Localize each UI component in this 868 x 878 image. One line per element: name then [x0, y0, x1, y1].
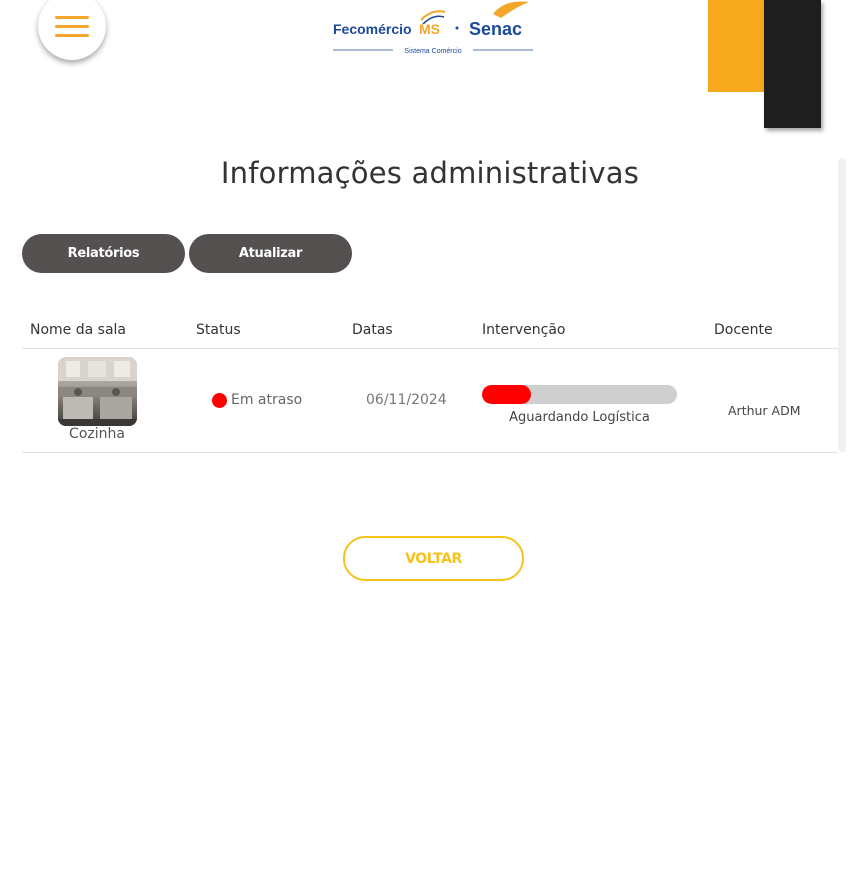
- page: Fecomércio MS Senac Sistema Comércio Inf…: [0, 0, 868, 878]
- corner-black-block: [764, 0, 821, 128]
- table-row[interactable]: Cozinha Em atraso 06/11/2024 Aguardando …: [22, 349, 838, 453]
- column-header-intervention: Intervenção: [482, 322, 566, 338]
- status-dot-icon: [212, 392, 227, 408]
- column-header-room: Nome da sala: [30, 322, 126, 338]
- kitchen-photo: [58, 357, 137, 426]
- back-button[interactable]: VOLTAR: [343, 536, 524, 581]
- status-cell: Em atraso: [212, 392, 302, 408]
- logo-senac-text: Senac: [469, 19, 522, 39]
- refresh-button[interactable]: Atualizar: [189, 234, 352, 273]
- logo-tagline: Sistema Comércio: [404, 48, 461, 55]
- corner-orange-block: [708, 0, 764, 92]
- column-header-teacher: Docente: [714, 322, 773, 338]
- column-header-status: Status: [196, 322, 241, 338]
- status-text: Em atraso: [231, 392, 303, 408]
- date-cell: 06/11/2024: [366, 392, 447, 408]
- fecomercio-senac-logo: Fecomércio MS Senac Sistema Comércio: [333, 1, 533, 55]
- logo-fecomercio-text: Fecomércio: [333, 21, 412, 37]
- scrollbar[interactable]: [838, 158, 846, 452]
- room-name: Cozinha: [69, 426, 125, 442]
- table-header: Nome da sala Status Datas Intervenção Do…: [22, 320, 838, 349]
- intervention-progress-bar: [482, 385, 677, 404]
- intervention-progress-fill: [482, 385, 531, 404]
- reports-button[interactable]: Relatórios: [22, 234, 185, 273]
- page-title: Informações administrativas: [220, 156, 640, 190]
- intervention-label: Aguardando Logística: [509, 410, 650, 425]
- hamburger-menu-button[interactable]: [38, 0, 106, 60]
- hamburger-bar: [55, 33, 89, 37]
- teacher-cell: Arthur ADM: [728, 403, 801, 418]
- column-header-dates: Datas: [352, 322, 393, 338]
- hamburger-menu-icon: [55, 15, 89, 19]
- logo-ms-text: MS: [419, 21, 440, 37]
- hamburger-bar: [55, 24, 89, 28]
